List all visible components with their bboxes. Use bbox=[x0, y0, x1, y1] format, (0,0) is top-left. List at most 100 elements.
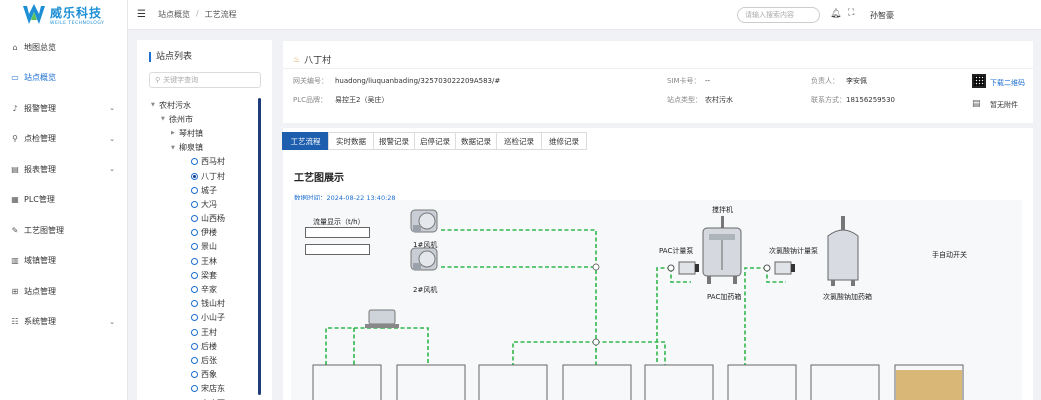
station-tree-leaf[interactable]: 小山子 bbox=[137, 311, 261, 325]
station-tree-leaf[interactable]: 王林 bbox=[137, 254, 261, 268]
station-tree-leaf[interactable]: 景山 bbox=[137, 240, 261, 254]
process-title: 工艺图展示 bbox=[294, 173, 344, 184]
radio-icon[interactable] bbox=[191, 385, 198, 393]
radio-icon[interactable] bbox=[191, 158, 198, 166]
station-tree-group[interactable]: ▶ 琴村镇 bbox=[137, 126, 261, 140]
sidebar-item[interactable]: ♪ 报警管理 ⌄ bbox=[0, 93, 127, 124]
tab-item[interactable]: 报警记录 bbox=[373, 132, 415, 150]
station-tree-label: 小山子 bbox=[201, 313, 225, 323]
sidebar-item[interactable]: ✎ 工艺图管理 bbox=[0, 215, 127, 246]
sidebar-item[interactable]: ▦ PLC管理 bbox=[0, 185, 127, 216]
process-diagram: 流量显示（t/h） 1#风机 2#风机 搅拌机 PAC计量泵 PAC加药箱 次氯… bbox=[291, 200, 1022, 400]
breadcrumb-item[interactable]: 站点概览 bbox=[158, 9, 190, 20]
naclo-pump-label: 次氯酸钠计量泵 bbox=[769, 247, 818, 255]
naclo-tank-label: 次氯酸钠加药箱 bbox=[823, 293, 872, 301]
notification-bell-icon[interactable]: 🔔︎ bbox=[830, 9, 841, 19]
sidebar-item[interactable]: ⊞ 站点管理 bbox=[0, 276, 127, 307]
station-tree-leaf[interactable]: 后张 bbox=[137, 353, 261, 367]
station-tree-group[interactable]: ▼ 徐州市 bbox=[137, 112, 261, 126]
station-tree-leaf[interactable]: 大冯 bbox=[137, 197, 261, 211]
station-tree-leaf[interactable]: 城子 bbox=[137, 183, 261, 197]
radio-icon[interactable] bbox=[191, 172, 198, 180]
radio-icon[interactable] bbox=[191, 271, 198, 279]
station-tree-label: 琴村镇 bbox=[179, 128, 203, 138]
sidebar-item[interactable]: ▭ 站点概览 bbox=[0, 63, 127, 94]
station-tree-label: 西马村 bbox=[201, 157, 225, 167]
station-tree-leaf[interactable]: 钱山村 bbox=[137, 297, 261, 311]
radio-icon[interactable] bbox=[191, 328, 198, 336]
sidebar-item[interactable]: ⚲ 点检管理 ⌄ bbox=[0, 124, 127, 155]
collapse-menu-icon[interactable]: ☰ bbox=[137, 9, 146, 20]
radio-icon[interactable] bbox=[191, 186, 198, 194]
top-search-input[interactable]: 请输入搜索内容 bbox=[737, 7, 820, 23]
divider bbox=[283, 68, 1033, 69]
sidebar-item[interactable]: ⌂ 地图总览 bbox=[0, 32, 127, 63]
process-diagram-svg bbox=[312, 209, 964, 400]
pin-icon: ⚲ bbox=[12, 134, 18, 144]
plc-label: PLC品牌： bbox=[293, 96, 328, 104]
tab-item[interactable]: 启停记录 bbox=[414, 132, 456, 150]
pac-tank-label: PAC加药箱 bbox=[707, 293, 742, 301]
station-list-title: 站点列表 bbox=[149, 52, 192, 62]
top-search-placeholder: 请输入搜索内容 bbox=[745, 11, 794, 19]
station-tree-leaf[interactable]: 八丁村 bbox=[137, 169, 261, 183]
radio-icon[interactable] bbox=[191, 314, 198, 322]
sidebar-item[interactable]: ☷ 系统管理 ⌄ bbox=[0, 307, 127, 338]
station-tree-leaf[interactable]: 宋店西 bbox=[137, 396, 261, 400]
station-tree-group[interactable]: ▼ 农村污水 bbox=[137, 98, 261, 112]
caret-down-icon: ▼ bbox=[171, 144, 175, 151]
logo-mark bbox=[22, 4, 46, 26]
radio-icon[interactable] bbox=[191, 200, 198, 208]
tab-item[interactable]: 巡检记录 bbox=[496, 132, 542, 150]
download-qr-link[interactable]: 下载二维码 bbox=[990, 78, 1025, 88]
monitor-icon: ▭ bbox=[11, 73, 19, 83]
station-tree-group[interactable]: ▼ 柳泉镇 bbox=[137, 141, 261, 155]
tab-item[interactable]: 数据记录 bbox=[455, 132, 497, 150]
station-tree-leaf[interactable]: 王村 bbox=[137, 325, 261, 339]
auto-switch-label[interactable]: 手自动开关 bbox=[932, 250, 967, 260]
station-tree-leaf[interactable]: 西马村 bbox=[137, 155, 261, 169]
qr-code-icon[interactable] bbox=[972, 74, 986, 88]
radio-icon[interactable] bbox=[191, 342, 198, 350]
plc-value: 易控王2（吴庄） bbox=[335, 96, 389, 104]
fullscreen-icon[interactable]: ⛶ bbox=[848, 8, 854, 18]
radio-icon[interactable] bbox=[191, 300, 198, 308]
tab-item[interactable]: 维修记录 bbox=[541, 132, 587, 150]
radio-icon[interactable] bbox=[191, 229, 198, 237]
breadcrumb-item: 工艺流程 bbox=[204, 10, 237, 19]
station-tree-label: 山西杨 bbox=[201, 214, 225, 224]
station-search-input[interactable]: ⚲ 关键字查询 bbox=[149, 72, 261, 88]
station-tree-leaf[interactable]: 山西杨 bbox=[137, 212, 261, 226]
radio-icon[interactable] bbox=[191, 215, 198, 223]
user-name[interactable]: 孙智豪 bbox=[870, 10, 894, 21]
radio-icon[interactable] bbox=[191, 286, 198, 294]
sidebar-item[interactable]: ▤ 报表管理 ⌄ bbox=[0, 154, 127, 185]
station-tree-leaf[interactable]: 梁套 bbox=[137, 268, 261, 282]
station-tree-label: 西象 bbox=[201, 370, 217, 380]
station-tree-leaf[interactable]: 宋店东 bbox=[137, 382, 261, 396]
station-tree-leaf[interactable]: 辛家 bbox=[137, 282, 261, 296]
tab-item[interactable]: 工艺流程 bbox=[282, 132, 329, 150]
tab-item[interactable]: 实时数据 bbox=[328, 132, 374, 150]
caret-down-icon: ▼ bbox=[161, 116, 165, 123]
station-tree-label: 梁套 bbox=[201, 270, 217, 280]
chevron-down-icon: ⌄ bbox=[109, 165, 115, 174]
station-tree-leaf[interactable]: 伊楼 bbox=[137, 226, 261, 240]
station-info-card: ♨ 八丁村 网关编号： huadong/liuquanbading/3257030… bbox=[283, 41, 1033, 123]
bell-icon: ♪ bbox=[12, 103, 18, 113]
station-tree-label: 柳泉镇 bbox=[179, 143, 203, 153]
mixer-label: 搅拌机 bbox=[712, 206, 733, 214]
sidebar-item[interactable]: ▥ 域镇管理 bbox=[0, 246, 127, 277]
fan-1-label: 1#风机 bbox=[413, 241, 438, 249]
radio-icon[interactable] bbox=[191, 371, 198, 379]
station-tree-leaf[interactable]: 后楼 bbox=[137, 339, 261, 353]
sidebar-item-label: 域镇管理 bbox=[24, 256, 56, 266]
fan-2-label: 2#风机 bbox=[413, 286, 438, 294]
station-tree-leaf[interactable]: 西象 bbox=[137, 368, 261, 382]
tree-scrollbar[interactable] bbox=[258, 98, 261, 395]
radio-icon[interactable] bbox=[191, 257, 198, 265]
radio-icon[interactable] bbox=[191, 243, 198, 251]
chevron-down-icon: ⌄ bbox=[109, 317, 115, 326]
edit-icon: ✎ bbox=[11, 225, 19, 235]
radio-icon[interactable] bbox=[191, 356, 198, 364]
